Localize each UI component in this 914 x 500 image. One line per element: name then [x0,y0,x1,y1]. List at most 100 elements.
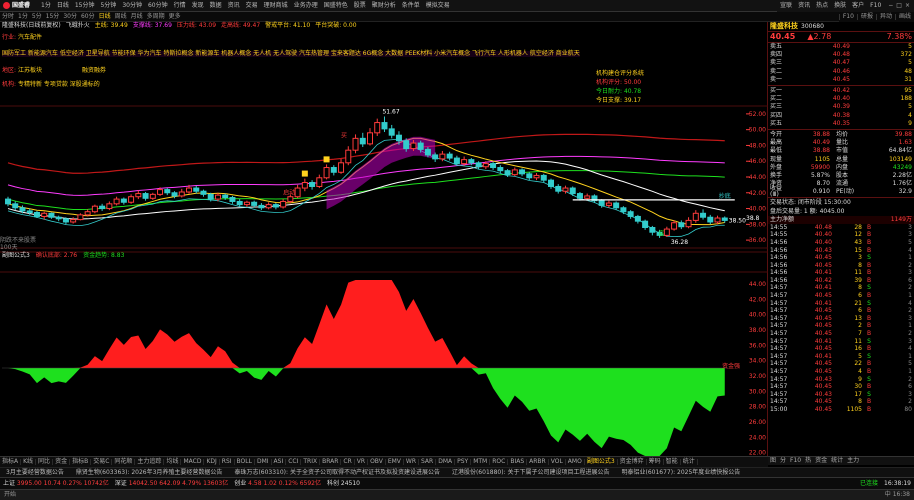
tick-list[interactable]: 14:55 40.48 28 B 3 14:55 40.40 12 B 3 14:56 40.40 43… [768,224,914,414]
indicator-tab[interactable]: OBV [368,459,386,465]
menu-item[interactable]: 1分 [38,2,54,9]
indicator-tab[interactable]: ASI [272,459,287,465]
tick-row[interactable]: 14:56 40.45 8 B 2 [768,262,914,270]
news-item[interactable]: 泰珠万志(603310): 关于全资子公司取得不动产权证书及拟投资建设进展公告 [228,469,446,476]
tick-row[interactable]: 14:57 40.45 4 B 1 [768,368,914,376]
period-tab[interactable]: 30分 [61,13,79,20]
indicator-tab[interactable]: PSY [455,459,472,465]
tick-row[interactable]: 14:57 40.45 6 B 1 [768,292,914,300]
period-tool[interactable]: 画线 [894,14,914,20]
indicator-tab[interactable]: TRIX [301,459,321,465]
tick-row[interactable]: 14:56 40.43 15 B 4 [768,247,914,255]
indicator-tab[interactable]: 指标A [0,459,22,465]
indicator-tab[interactable]: RSI [220,459,235,465]
menu-item[interactable]: 5分钟 [97,2,119,9]
tick-row[interactable]: 14:56 40.40 43 B 5 [768,239,914,247]
period-tab[interactable]: 更多 [167,13,183,20]
indicator-tab[interactable]: 资金博弈 [618,459,647,465]
indicator-tab[interactable]: KDJ [204,459,220,465]
index-quote[interactable]: 深证 14042.50 642.09 4.79% 13603亿 [112,480,231,487]
tick-row[interactable]: 14:57 40.41 5 S 1 [768,353,914,361]
tick-row[interactable]: 14:57 40.43 9 S 2 [768,376,914,384]
toolbar-button[interactable]: 换肤 [831,3,849,9]
indicator-tab[interactable]: VOL [549,459,566,465]
index-quote[interactable]: 创业 4.58 1.02 0.12% 6592亿 [231,480,324,487]
indicator-tab[interactable]: DMA [436,459,456,465]
index-quote[interactable]: 科创 24510 [324,480,363,487]
indicator-tab[interactable]: CR [341,459,355,465]
side-tab[interactable]: 分 [778,458,788,464]
indicator-tab[interactable]: ARBR [527,459,549,465]
side-tab[interactable]: 图 [768,458,778,464]
chart-area[interactable]: 52.00 50.00 48.00 46.00 44.00 42.00 40.00 38.00… [0,22,768,456]
menu-item[interactable]: 数据 [207,2,225,9]
indicator-tab[interactable]: MACD [181,459,205,465]
side-tab[interactable]: 主力 [845,458,861,464]
menu-item[interactable]: 交易 [243,2,261,9]
menu-item[interactable]: 国盛特色 [321,2,351,9]
menu-item[interactable]: 30分钟 [119,2,145,9]
news-item[interactable]: 明泰铝业(601677): 2025年度业绩快报公告 [615,469,746,476]
tick-row[interactable]: 14:57 40.45 7 B 2 [768,330,914,338]
tick-row[interactable]: 14:55 40.48 28 B 3 [768,224,914,232]
indicator-tab[interactable]: 交易C [91,459,113,465]
menu-item[interactable]: 业务办理 [291,2,321,9]
tick-row[interactable]: 14:57 40.45 6 B 2 [768,307,914,315]
period-tab[interactable]: 分时 [0,13,16,20]
period-tab[interactable]: 5分 [30,13,44,20]
toolbar-button[interactable]: 热点 [813,3,831,9]
news-item[interactable]: 鼎贤生物(603363): 2026年3月养殖主要经营数据公告 [70,469,229,476]
indicator-tab[interactable]: BOLL [235,459,255,465]
menu-item[interactable]: 理财商城 [261,2,291,9]
side-tab[interactable]: 统计 [829,458,845,464]
news-item[interactable]: 辽港股份(601880): 关于下属子公司建设项目工程进展公告 [446,469,616,476]
period-tab[interactable]: 月线 [129,13,145,20]
indicator-tab[interactable]: 同比 [36,459,54,465]
tick-row[interactable]: 14:56 40.42 39 B 6 [768,277,914,285]
period-tool[interactable]: F10 [838,14,857,20]
period-tab[interactable]: 周线 [113,13,129,20]
indicator-tab[interactable]: CCI [286,459,302,465]
menu-item[interactable]: 15分钟 [72,2,98,9]
menu-item[interactable]: 模拟交易 [423,2,453,9]
indicator-tab[interactable]: 统计 [681,459,698,465]
index-quote[interactable]: 上证 3995.00 10.74 0.27% 10742亿 [0,480,112,487]
indicator-tab[interactable]: EMV [386,459,404,465]
period-tab[interactable]: 60分 [79,13,97,20]
period-tool[interactable]: 异动 [875,14,895,20]
side-tab[interactable]: 资金 [813,458,829,464]
tick-row[interactable]: 14:55 40.40 12 B 3 [768,232,914,240]
side-tab[interactable]: F10 [788,458,803,464]
start-button[interactable]: 开始 [0,492,20,498]
side-tab[interactable]: 热 [803,458,813,464]
period-tool[interactable]: 研报 [856,14,876,20]
tick-row[interactable]: 14:57 40.41 8 S 2 [768,285,914,293]
tick-row[interactable]: 14:57 40.45 8 B 2 [768,399,914,407]
toolbar-button[interactable]: 客户 [849,3,867,9]
indicator-tab[interactable]: ROC [490,459,509,465]
toolbar-button[interactable]: 资讯 [795,3,813,9]
menu-item[interactable]: 资讯 [225,2,243,9]
tick-row[interactable]: 14:57 40.45 22 B 5 [768,361,914,369]
menu-item[interactable]: 条件单 [399,2,423,9]
tick-row[interactable]: 14:57 40.45 13 B 3 [768,315,914,323]
indicator-tab[interactable]: 资金 [53,459,71,465]
indicator-tab[interactable]: 主力追踪 [135,459,165,465]
indicator-tab[interactable]: MTM [471,459,491,465]
menu-item[interactable]: 聚财分析 [369,2,399,9]
indicator-tab[interactable]: 同花顺 [112,459,136,465]
news-item[interactable]: 3月主要经营数据公告 [0,469,70,476]
tick-row[interactable]: 14:57 40.41 11 S 3 [768,338,914,346]
indicator-tab[interactable]: 指标B [70,459,92,465]
indicator-tab[interactable]: VR [355,459,369,465]
menu-item[interactable]: 60分钟 [145,2,171,9]
indicator-tab[interactable]: WR [404,459,420,465]
indicator-tab[interactable]: 筹码 [647,459,664,465]
tick-row[interactable]: 14:56 40.41 11 B 3 [768,270,914,278]
minimize-icon[interactable]: − [888,3,893,9]
close-icon[interactable]: × [905,3,910,9]
tick-row[interactable]: 14:57 40.45 30 B 6 [768,383,914,391]
period-tab[interactable]: 1分 [16,13,30,20]
indicator-tab[interactable]: BRAR [320,459,342,465]
indicator-tab[interactable]: BIAS [508,459,528,465]
